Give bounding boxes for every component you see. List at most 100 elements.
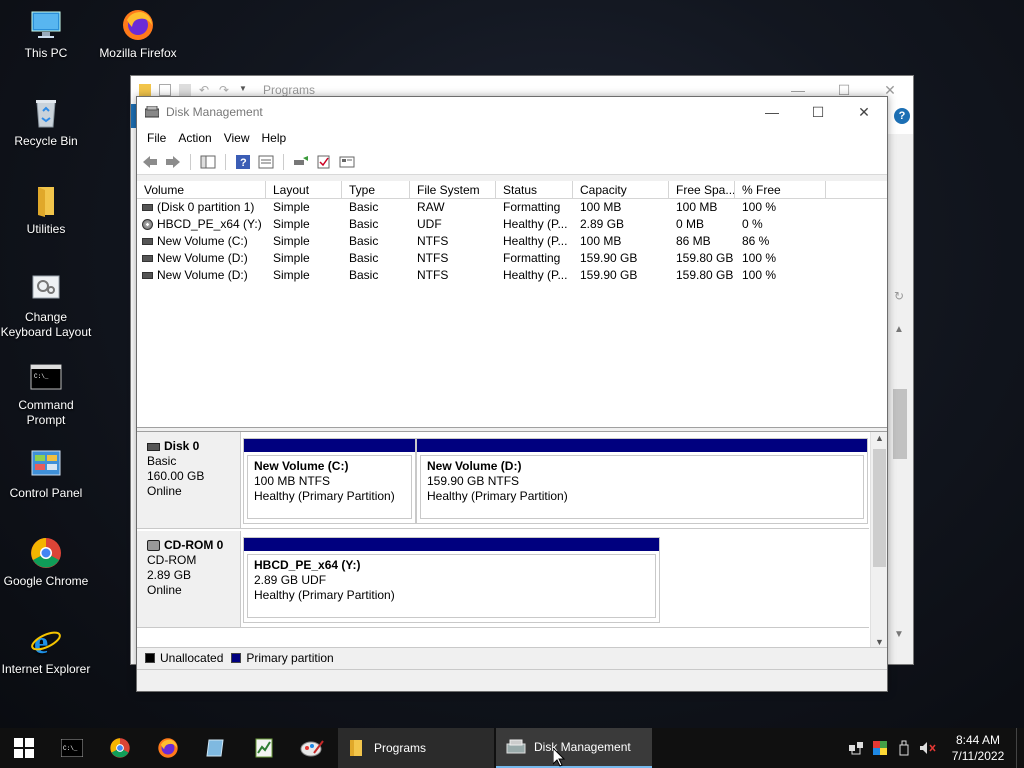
desktop-icon-google-chrome[interactable]: Google Chrome	[0, 536, 92, 589]
command-prompt-icon: C:\_	[29, 360, 63, 394]
desktop-icon-label: Control Panel	[9, 486, 83, 500]
connect-disk-icon[interactable]	[292, 154, 310, 170]
desktop-icon-utilities[interactable]: Utilities	[0, 184, 92, 237]
taskbar-window-disk-management[interactable]: Disk Management	[496, 728, 652, 768]
undo-icon[interactable]: ↶	[199, 84, 211, 96]
explorer-scrollbar[interactable]: ↻ ▲ ▼	[887, 134, 913, 664]
recycle-bin-icon	[29, 96, 63, 130]
column-header-layout[interactable]: Layout	[266, 181, 342, 198]
taskbar-app-chart[interactable]	[240, 728, 288, 768]
column-header-volume[interactable]: Volume	[137, 181, 266, 198]
toolbar-separator	[283, 153, 284, 170]
table-row[interactable]: New Volume (D:) Simple Basic NTFS Format…	[137, 250, 887, 267]
color-tray-icon[interactable]	[868, 728, 892, 768]
taskbar-app-blue[interactable]	[192, 728, 240, 768]
volume-icon	[142, 255, 153, 262]
desktop-icon-command-prompt[interactable]: C:\_ Command Prompt	[0, 360, 92, 428]
disk-size: 2.89 GB	[147, 568, 192, 582]
volume-list[interactable]: Volume Layout Type File System Status Ca…	[137, 181, 887, 428]
desktop-icon-change-keyboard-layout[interactable]: Change Keyboard Layout	[0, 272, 92, 340]
disk-management-icon	[145, 106, 159, 118]
legend-label: Primary partition	[246, 650, 334, 665]
check-properties-icon[interactable]	[315, 154, 333, 170]
column-header-file-system[interactable]: File System	[410, 181, 496, 198]
minimize-button[interactable]: —	[749, 97, 795, 127]
menu-help[interactable]: Help	[256, 131, 293, 145]
disk-management-window[interactable]: Disk Management — ☐ ✕ File Action View H…	[136, 96, 888, 692]
scroll-thumb[interactable]	[873, 449, 886, 567]
scroll-up-arrow[interactable]: ▲	[894, 324, 904, 335]
column-header-type[interactable]: Type	[342, 181, 410, 198]
show-desktop-button[interactable]	[1016, 728, 1024, 768]
desktop-icon-this-pc[interactable]: This PC	[0, 8, 92, 61]
cell-status: Healthy (P...	[503, 217, 568, 231]
help-icon[interactable]: ?	[234, 154, 252, 170]
disk-pane-scrollbar[interactable]: ▲ ▼	[870, 432, 887, 648]
column-header-free-space[interactable]: Free Spa...	[669, 181, 735, 198]
folder-icon[interactable]	[139, 84, 151, 96]
dm-titlebar[interactable]: Disk Management — ☐ ✕	[137, 97, 887, 127]
disk-label[interactable]: Disk 0 Basic 160.00 GB Online	[137, 432, 241, 528]
column-header-percent-free[interactable]: % Free	[735, 181, 826, 198]
start-button[interactable]	[0, 728, 48, 768]
desktop-icon-firefox[interactable]: Mozilla Firefox	[92, 8, 184, 61]
network-tray-icon[interactable]	[844, 728, 868, 768]
desktop-icon-recycle-bin[interactable]: Recycle Bin	[0, 96, 92, 149]
volume-name: (Disk 0 partition 1)	[157, 200, 255, 214]
scroll-thumb[interactable]	[893, 389, 907, 459]
table-row[interactable]: New Volume (D:) Simple Basic NTFS Health…	[137, 267, 887, 284]
clock[interactable]: 8:44 AM 7/11/2022	[940, 732, 1016, 764]
volume-name: New Volume (C:)	[157, 234, 248, 248]
refresh-icon[interactable]: ↻	[894, 289, 904, 303]
redo-icon[interactable]: ↷	[219, 84, 231, 96]
partition-c[interactable]: New Volume (C:) 100 MB NTFS Healthy (Pri…	[243, 438, 416, 524]
partition-y[interactable]: HBCD_PE_x64 (Y:) 2.89 GB UDF Healthy (Pr…	[243, 537, 660, 623]
primary-partition-bar	[417, 439, 867, 452]
scroll-down-arrow[interactable]: ▼	[894, 629, 904, 640]
menu-action[interactable]: Action	[172, 131, 217, 145]
view-settings-icon[interactable]	[338, 154, 356, 170]
disk-label[interactable]: CD-ROM 0 CD-ROM 2.89 GB Online	[137, 531, 241, 627]
partition-size: 100 MB NTFS	[254, 474, 331, 488]
menu-view[interactable]: View	[218, 131, 256, 145]
folder-icon	[350, 740, 362, 756]
primary-partition-bar	[244, 439, 415, 452]
disk-row-disk-0[interactable]: Disk 0 Basic 160.00 GB Online New Volume…	[137, 432, 869, 529]
partition-name: New Volume (D:)	[427, 459, 522, 473]
table-row[interactable]: New Volume (C:) Simple Basic NTFS Health…	[137, 233, 887, 250]
taskbar-command-prompt[interactable]: C:\_	[48, 728, 96, 768]
scroll-down-arrow[interactable]: ▼	[875, 637, 884, 647]
menu-file[interactable]: File	[141, 131, 172, 145]
new-folder-icon[interactable]	[179, 84, 191, 96]
properties-icon[interactable]	[159, 84, 171, 96]
show-hide-console-tree-icon[interactable]	[199, 154, 217, 170]
column-header-capacity[interactable]: Capacity	[573, 181, 669, 198]
back-arrow-icon[interactable]	[141, 154, 159, 170]
column-header-status[interactable]: Status	[496, 181, 573, 198]
disk-row-cdrom-0[interactable]: CD-ROM 0 CD-ROM 2.89 GB Online HBCD_PE_x…	[137, 531, 869, 628]
help-icon[interactable]: ?	[894, 108, 910, 124]
properties-icon[interactable]	[257, 154, 275, 170]
forward-arrow-icon[interactable]	[164, 154, 182, 170]
chevron-down-icon[interactable]: ▼	[239, 84, 251, 96]
desktop-icon-label: Change Keyboard Layout	[0, 310, 92, 339]
volume-tray-icon[interactable]	[916, 728, 940, 768]
firefox-icon	[158, 738, 178, 758]
taskbar-chrome[interactable]	[96, 728, 144, 768]
disk-map-pane[interactable]: Disk 0 Basic 160.00 GB Online New Volume…	[137, 431, 887, 648]
taskbar-firefox[interactable]	[144, 728, 192, 768]
desktop-icon-internet-explorer[interactable]: e Internet Explorer	[0, 624, 92, 677]
table-row[interactable]: (Disk 0 partition 1) Simple Basic RAW Fo…	[137, 199, 887, 216]
disk-size: 160.00 GB	[147, 469, 205, 483]
partition-d[interactable]: New Volume (D:) 159.90 GB NTFS Healthy (…	[416, 438, 868, 524]
desktop-icon-control-panel[interactable]: Control Panel	[0, 448, 92, 501]
firefox-icon	[121, 8, 155, 42]
table-row[interactable]: HBCD_PE_x64 (Y:) Simple Basic UDF Health…	[137, 216, 887, 233]
partition-size: 2.89 GB UDF	[254, 573, 327, 587]
close-button[interactable]: ✕	[841, 97, 887, 127]
usb-tray-icon[interactable]	[892, 728, 916, 768]
scroll-up-arrow[interactable]: ▲	[875, 433, 884, 443]
taskbar-app-paint[interactable]	[288, 728, 336, 768]
maximize-button[interactable]: ☐	[795, 97, 841, 127]
taskbar-window-programs[interactable]: Programs	[338, 728, 494, 768]
